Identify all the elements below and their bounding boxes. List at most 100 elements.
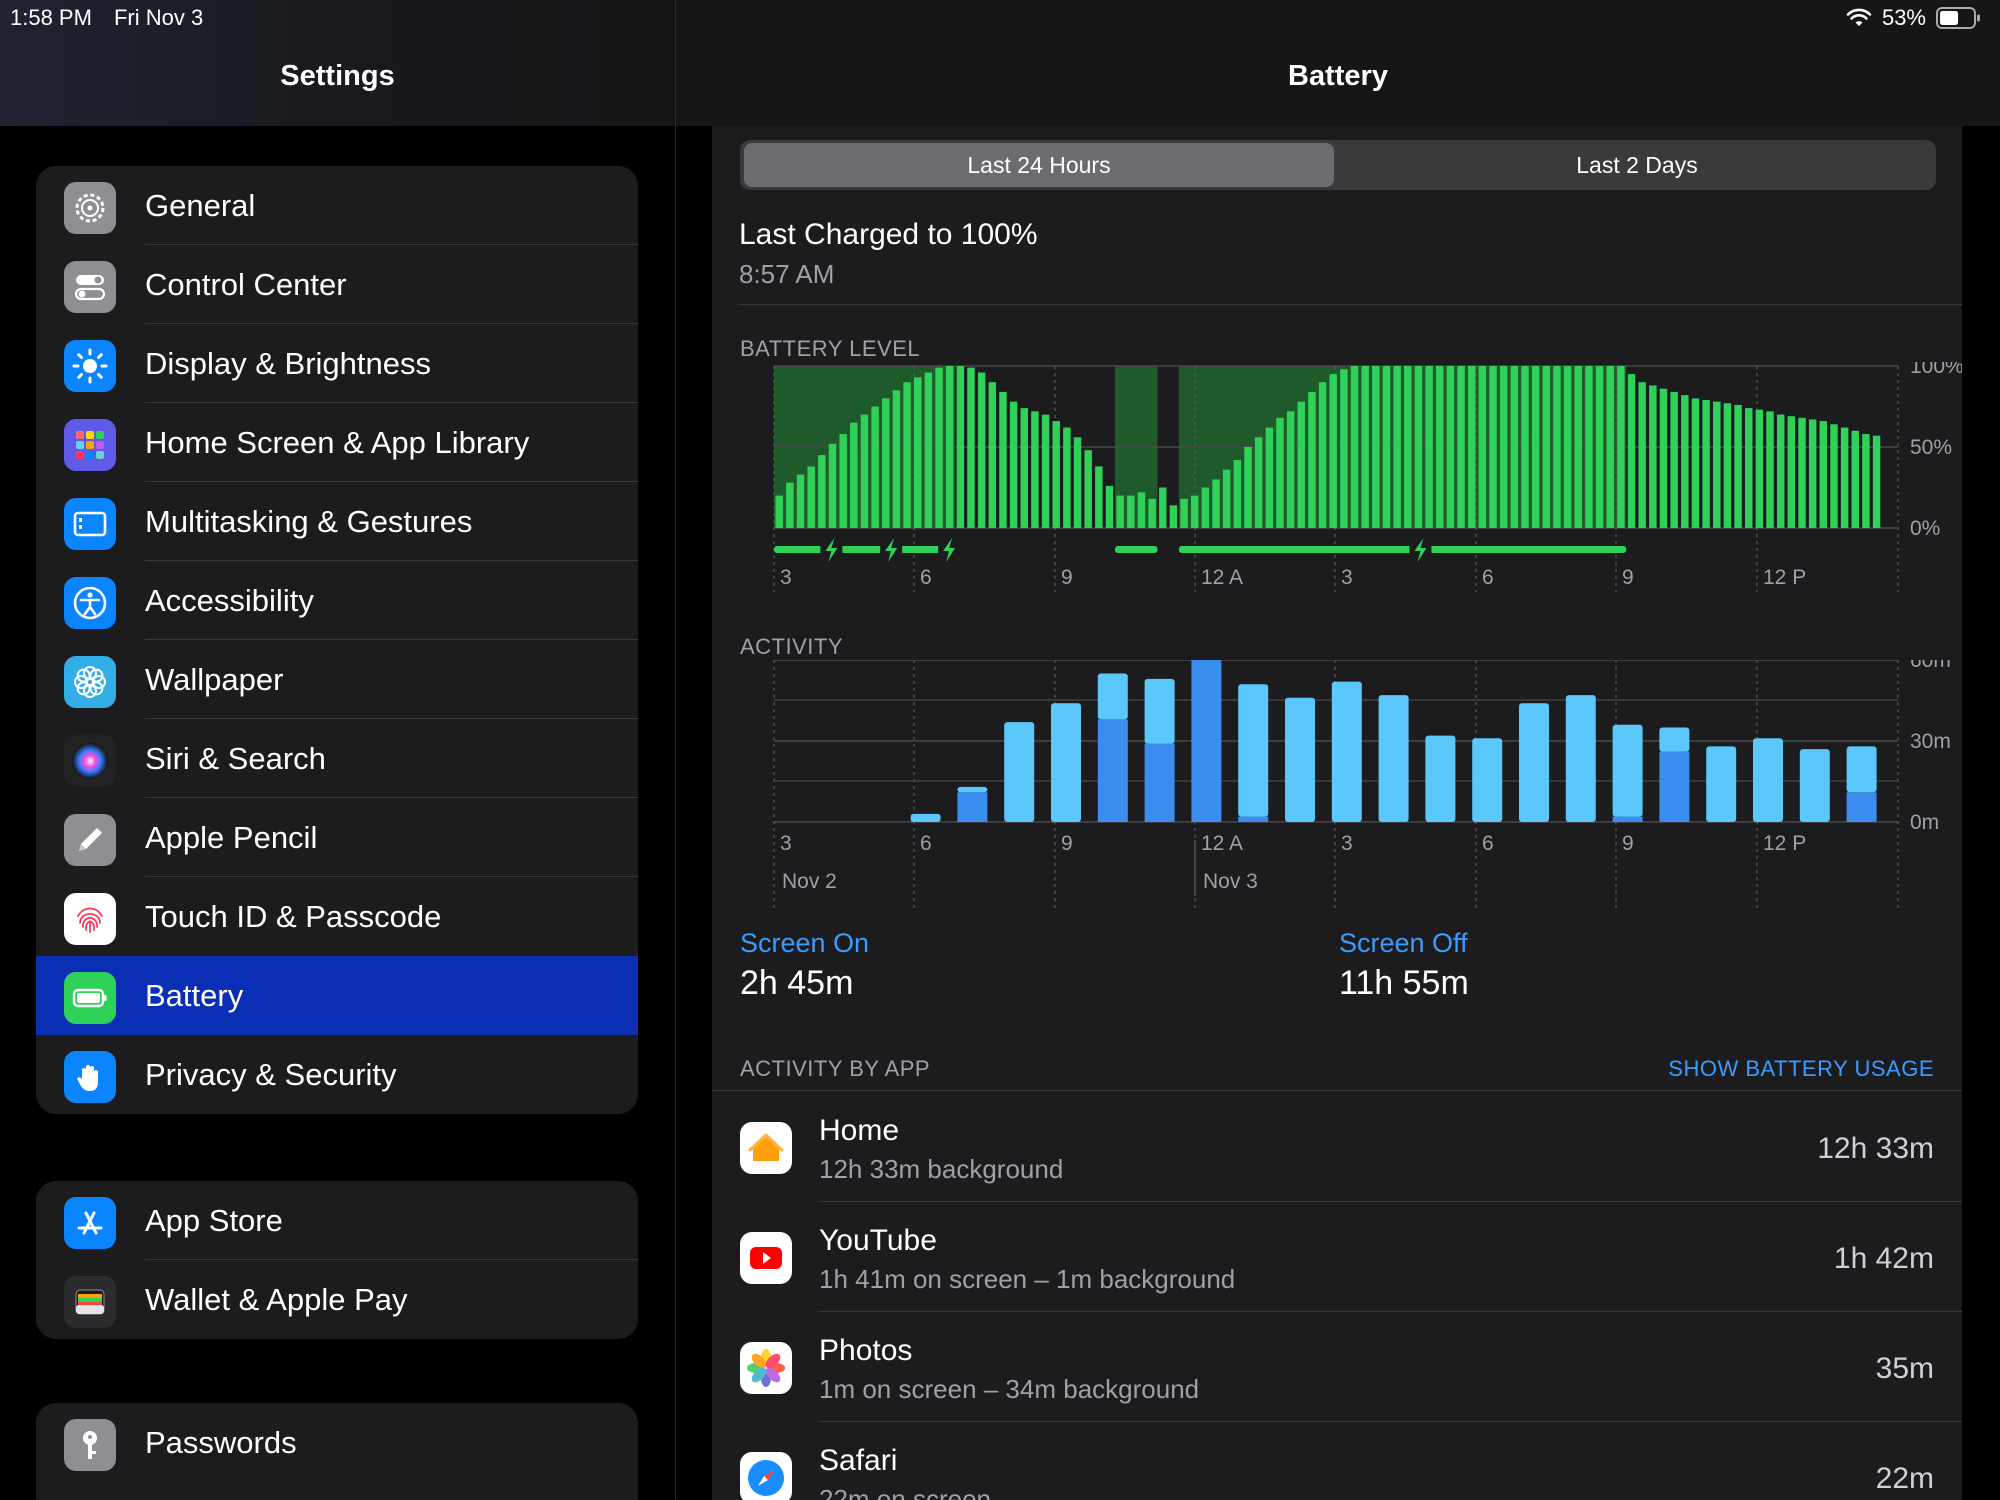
battery-level-bar — [1830, 424, 1838, 528]
battery-level-bar — [988, 382, 997, 528]
screen-on-value: 2h 45m — [740, 964, 854, 1002]
battery-level-bar — [1862, 434, 1870, 528]
battery-level-bar — [1787, 416, 1796, 528]
sidebar-item-touch-id-passcode[interactable]: Touch ID & Passcode — [36, 877, 638, 956]
page-title: Battery — [1288, 60, 1388, 92]
app-usage-detail: 22m on screen — [819, 1484, 991, 1500]
battery-level-bar — [1627, 374, 1636, 528]
app-usage-detail: 1h 41m on screen – 1m background — [819, 1264, 1236, 1294]
activity-screen-off-bar — [1285, 697, 1315, 822]
hand-icon — [64, 1051, 116, 1103]
battery-level-bar — [1020, 408, 1028, 528]
app-row-home[interactable]: Home 12h 33m background 12h 33m — [712, 1092, 1962, 1202]
battery-level-heading: BATTERY LEVEL — [740, 336, 921, 361]
y-tick-label: 50% — [1910, 436, 1952, 459]
key-icon — [64, 1419, 116, 1471]
sidebar-item-label: Accessibility — [145, 582, 314, 618]
battery-level-bar — [1681, 395, 1689, 528]
settings-group-store: App Store Wallet & Apple Pay — [36, 1181, 638, 1339]
segment-last-2-days[interactable]: Last 2 Days — [1342, 143, 1932, 187]
sidebar-item-label: Wallet & Apple Pay — [145, 1281, 408, 1317]
bolt-icon — [820, 538, 843, 562]
battery-level-bar — [871, 406, 879, 528]
sidebar-item-battery[interactable]: Battery — [36, 956, 638, 1035]
battery-level-bar — [1531, 366, 1540, 528]
battery-level-bar — [977, 372, 986, 528]
sidebar-item-siri-search[interactable]: Siri & Search — [36, 719, 638, 798]
battery-level-bar — [1734, 404, 1742, 528]
battery-level-bar — [807, 466, 815, 528]
battery-level-bar — [1776, 414, 1785, 528]
activity-screen-off-bar — [1706, 746, 1737, 822]
battery-level-bar — [1105, 485, 1114, 528]
x-tick-label: 12 P — [1763, 832, 1806, 855]
battery-level-bar — [1446, 366, 1455, 528]
activity-screen-off-bar — [1097, 673, 1128, 720]
sidebar-item-label: Apple Pencil — [145, 819, 318, 855]
fingerprint-icon — [64, 893, 116, 945]
battery-level-bar — [1233, 459, 1242, 528]
activity-screen-off-bar — [1799, 749, 1830, 822]
multitask-icon — [64, 498, 116, 550]
sidebar-item-wallet-apple-pay[interactable]: Wallet & Apple Pay — [36, 1260, 638, 1339]
battery-level-bar — [1372, 366, 1380, 528]
sidebar-item-app-store[interactable]: App Store — [36, 1181, 638, 1260]
sidebar-item-privacy-security[interactable]: Privacy & Security — [36, 1035, 638, 1114]
battery-level-bar — [1031, 411, 1039, 528]
battery-level-bar — [1009, 401, 1018, 528]
x-tick-label: 9 — [1061, 566, 1073, 589]
sidebar-item-apple-pencil[interactable]: Apple Pencil — [36, 798, 638, 877]
x-tick-label: 9 — [1622, 832, 1634, 855]
wallet-icon — [64, 1276, 116, 1328]
photos-app-icon — [740, 1342, 792, 1394]
show-battery-usage-link[interactable]: SHOW BATTERY USAGE — [1668, 1056, 1934, 1082]
activity-chart: 3 6 9 12 A 3 6 9 12 P 60m 30m 0m Nov 2 Nov 3 — [773, 660, 1951, 910]
app-row-safari[interactable]: Safari 22m on screen 22m — [712, 1422, 1962, 1500]
sidebar-item-wallpaper[interactable]: Wallpaper — [36, 640, 638, 719]
battery-level-bar — [1084, 450, 1092, 528]
sidebar-item-home-screen-app-library[interactable]: Home Screen & App Library — [36, 403, 638, 482]
battery-level-bar — [1755, 409, 1764, 528]
x-tick-label: 6 — [920, 832, 932, 855]
activity-screen-on-bar — [1191, 660, 1222, 822]
battery-level-bar — [892, 390, 901, 528]
sidebar-item-accessibility[interactable]: Accessibility — [36, 561, 638, 640]
battery-icon — [64, 972, 116, 1024]
battery-level-bar — [1414, 366, 1423, 528]
battery-level-bar — [1329, 374, 1337, 528]
x-tick-label: 3 — [1341, 832, 1353, 855]
x-tick-label: 12 P — [1763, 566, 1806, 589]
app-usage-time: 12h 33m — [1817, 1132, 1934, 1165]
y-tick-label: 60m — [1910, 660, 1951, 672]
app-row-photos[interactable]: Photos 1m on screen – 34m background 35m — [712, 1312, 1962, 1422]
sidebar-item-multitasking-gestures[interactable]: Multitasking & Gestures — [36, 482, 638, 561]
battery-level-bar — [1116, 495, 1124, 528]
battery-level-bar — [1340, 369, 1348, 528]
activity-screen-off-bar — [1051, 703, 1081, 822]
battery-level-bar — [1499, 366, 1508, 528]
siri-icon — [64, 735, 116, 787]
sidebar-item-general[interactable]: General — [36, 166, 638, 245]
charging-indicator — [1178, 546, 1627, 553]
battery-level-bar — [1222, 469, 1231, 528]
last-charged-time: 8:57 AM — [739, 259, 835, 289]
sidebar-item-control-center[interactable]: Control Center — [36, 245, 638, 324]
segment-last-24-hours[interactable]: Last 24 Hours — [744, 143, 1334, 187]
battery-level-bar — [1723, 403, 1732, 528]
sidebar-item-passwords[interactable]: Passwords — [36, 1403, 638, 1482]
battery-level-bar — [1382, 366, 1391, 528]
sidebar-item-display-brightness[interactable]: Display & Brightness — [36, 324, 638, 403]
battery-level-bar — [1436, 366, 1444, 528]
charging-indicator — [1114, 546, 1158, 553]
accessibility-icon — [64, 577, 116, 629]
battery-level-bar — [1148, 498, 1156, 528]
flower-icon — [64, 656, 116, 708]
activity-screen-off-bar — [1612, 724, 1643, 817]
sidebar-title: Settings — [280, 60, 395, 92]
battery-level-bar — [903, 382, 911, 528]
app-row-youtube[interactable]: YouTube 1h 41m on screen – 1m background… — [712, 1202, 1962, 1312]
x-tick-label: 12 A — [1201, 832, 1243, 855]
date-label: Nov 2 — [782, 870, 837, 893]
activity-screen-off-bar — [1659, 727, 1690, 752]
battery-level-bar — [1595, 366, 1604, 528]
